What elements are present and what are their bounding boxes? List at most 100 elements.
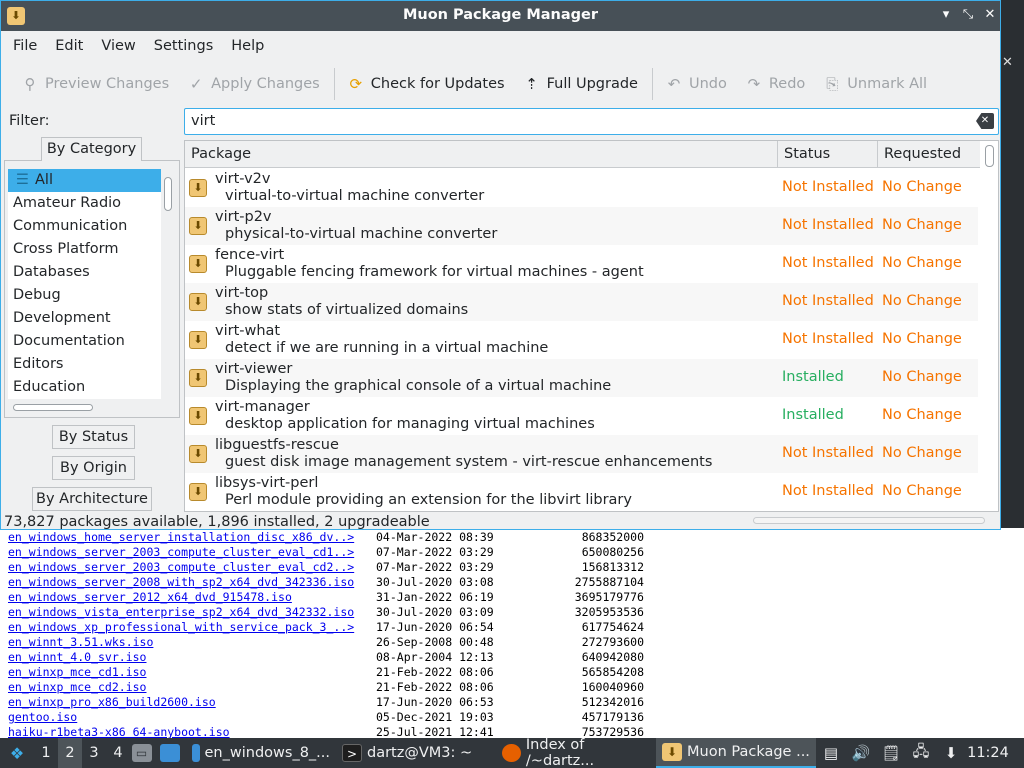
task-firefox[interactable]: Index of /~dartz... (496, 737, 656, 768)
tab-by-origin[interactable]: By Origin (52, 456, 135, 480)
package-status: Installed (782, 407, 844, 423)
table-row[interactable]: ⬇ fence-virt Pluggable fencing framework f… (185, 245, 978, 283)
workspace-3[interactable]: 3 (82, 738, 106, 768)
listing-file-link[interactable]: en_windows_xp_professional_with_service_… (8, 620, 376, 635)
volume-icon[interactable]: 🔊 (846, 738, 876, 768)
task-label: dartz@VM3: ~ (367, 745, 473, 761)
listing-row: en_windows_home_server_installation_disc… (8, 530, 1024, 545)
background-window-edge: ✕ (1000, 0, 1024, 528)
application-menu-icon[interactable]: ❖ (0, 738, 34, 768)
task-label: en_windows_8_... (204, 745, 330, 761)
tab-by-category[interactable]: By Category (41, 137, 142, 161)
column-header-package[interactable]: Package (185, 141, 778, 167)
show-desktop-icon[interactable] (158, 738, 186, 768)
listing-file-date: 05-Dec-2021 19:03 (376, 710, 494, 724)
category-item[interactable]: Communication (8, 215, 161, 238)
table-row[interactable]: ⬇ virt-viewer Displaying the graphical con… (185, 359, 978, 397)
background-close-glyph: ✕ (1002, 55, 1013, 70)
package-requested: No Change (882, 483, 962, 499)
table-row[interactable]: ⬇ virt-top show stats of virtualized domai… (185, 283, 978, 321)
category-item[interactable]: Documentation (8, 330, 161, 353)
file-manager-launcher-icon[interactable]: ▭ (130, 738, 158, 768)
listing-file-link[interactable]: en_windows_server_2008_with_sp2_x64_dvd_… (8, 575, 376, 590)
category-item[interactable]: Education (8, 376, 161, 399)
close-icon[interactable]: ✕ (981, 6, 999, 24)
package-name: virt-v2v (215, 171, 271, 187)
tab-by-status[interactable]: By Status (52, 425, 135, 449)
table-row[interactable]: ⬇ libsys-virt-perl Perl module providing a… (185, 473, 978, 511)
listing-file-size: 640942080 (581, 650, 644, 664)
workspace-1[interactable]: 1 (34, 738, 58, 768)
column-header-requested[interactable]: Requested (878, 141, 980, 167)
workspace-4[interactable]: 4 (106, 738, 130, 768)
full-upgrade-button[interactable]: ⇡ Full Upgrade (517, 68, 644, 100)
toolbar: ⚲ Preview Changes ✓ Apply Changes ⟳ Chec… (1, 61, 1000, 107)
listing-file-link[interactable]: en_windows_vista_enterprise_sp2_x64_dvd_… (8, 605, 376, 620)
category-item[interactable]: Debug (8, 284, 161, 307)
listing-file-link[interactable]: en_winnt_3.51.wks.iso (8, 635, 376, 650)
listing-file-link[interactable]: gentoo.iso (8, 710, 376, 725)
category-item-all[interactable]: ☰ All (8, 169, 161, 192)
clock[interactable]: 11:24 (966, 738, 1010, 768)
menu-edit[interactable]: Edit (46, 38, 92, 54)
listing-file-link[interactable]: en_winxp_mce_cd2.iso (8, 680, 376, 695)
menu-file[interactable]: File (4, 38, 46, 54)
table-row[interactable]: ⬇ virt-manager desktop application for man… (185, 397, 978, 435)
listing-file-link[interactable]: en_windows_server_2012_x64_dvd_915478.is… (8, 590, 376, 605)
package-status: Not Installed (782, 331, 874, 347)
table-row[interactable]: ⬇ virt-v2v virtual-to-virtual machine conv… (185, 169, 978, 207)
category-horizontal-scrollbar[interactable] (13, 404, 93, 411)
listing-file-link[interactable]: en_windows_home_server_installation_disc… (8, 530, 376, 545)
updates-notification-icon[interactable]: ⬇ (936, 738, 966, 768)
package-description: show stats of virtualized domains (225, 302, 469, 318)
category-item[interactable]: Editors (8, 353, 161, 376)
background-file-listing: en_windows_home_server_installation_disc… (0, 528, 1024, 738)
menu-settings[interactable]: Settings (145, 38, 222, 54)
listing-file-link[interactable]: haiku-r1beta3-x86_64-anyboot.iso (8, 725, 376, 738)
package-requested: No Change (882, 293, 962, 309)
tab-by-architecture[interactable]: By Architecture (32, 487, 152, 511)
listing-file-link[interactable]: en_winxp_mce_cd1.iso (8, 665, 376, 680)
minimize-icon[interactable]: ▾ (937, 6, 955, 24)
undo-button[interactable]: ↶ Undo (659, 68, 733, 100)
muon-window: ⬇ Muon Package Manager ▾ ⤡ ✕ File Edit V… (0, 0, 1001, 530)
menu-view[interactable]: View (92, 38, 144, 54)
package-horizontal-scrollbar[interactable] (753, 517, 985, 524)
unmark-all-label: Unmark All (847, 76, 928, 92)
unmark-all-button[interactable]: ⎘ Unmark All (817, 68, 933, 100)
check-for-updates-button[interactable]: ⟳ Check for Updates (341, 68, 511, 100)
search-input[interactable]: virt ✕ (184, 108, 999, 135)
workspace-2[interactable]: 2 (58, 738, 82, 768)
apply-changes-button[interactable]: ✓ Apply Changes (181, 68, 326, 100)
listing-file-link[interactable]: en_winxp_pro_x86_build2600.iso (8, 695, 376, 710)
listing-file-link[interactable]: en_windows_server_2003_compute_cluster_e… (8, 560, 376, 575)
task-muon[interactable]: ⬇ Muon Package ... (656, 738, 816, 768)
category-item[interactable]: Development (8, 307, 161, 330)
category-item[interactable]: Amateur Radio (8, 192, 161, 215)
package-icon: ⬇ (189, 483, 207, 501)
listing-row: en_winxp_mce_cd1.iso 21-Feb-2022 08:06 565… (8, 665, 1024, 680)
preview-changes-button[interactable]: ⚲ Preview Changes (15, 68, 175, 100)
redo-button[interactable]: ↷ Redo (739, 68, 811, 100)
package-requested: No Change (882, 445, 962, 461)
toolbar-separator (333, 68, 335, 100)
column-header-status[interactable]: Status (778, 141, 878, 167)
category-item[interactable]: Databases (8, 261, 161, 284)
listing-file-link[interactable]: en_windows_server_2003_compute_cluster_e… (8, 545, 376, 560)
task-file-manager[interactable]: en_windows_8_... (186, 738, 336, 768)
restore-icon[interactable]: ⤡ (959, 6, 977, 24)
clipboard-icon[interactable]: ▤ (816, 738, 846, 768)
table-row[interactable]: ⬇ virt-what detect if we are running in a … (185, 321, 978, 359)
task-terminal[interactable]: > dartz@VM3: ~ (336, 738, 496, 768)
network-icon[interactable]: 🖧 (906, 738, 936, 768)
package-vertical-scrollbar[interactable] (985, 145, 994, 167)
category-vertical-scrollbar[interactable] (164, 177, 172, 211)
table-row[interactable]: ⬇ virt-p2v physical-to-virtual machine con… (185, 207, 978, 245)
table-row[interactable]: ⬇ libguestfs-rescue guest disk image manag… (185, 435, 978, 473)
category-item[interactable]: Cross Platform (8, 238, 161, 261)
notes-icon[interactable]: 🗒 (876, 738, 906, 768)
listing-file-link[interactable]: en_winnt_4.0_svr.iso (8, 650, 376, 665)
task-label: Muon Package ... (687, 744, 810, 760)
menu-help[interactable]: Help (222, 38, 273, 54)
clear-search-icon[interactable]: ✕ (976, 113, 994, 129)
